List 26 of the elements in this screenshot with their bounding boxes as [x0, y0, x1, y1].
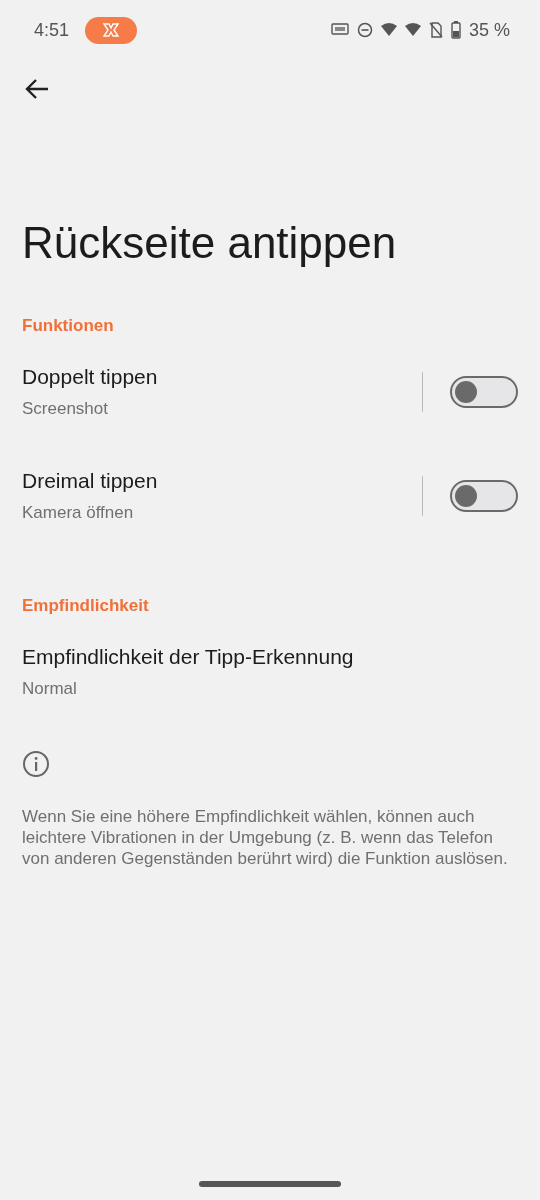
battery-percentage: 35 %	[468, 19, 510, 41]
back-icon[interactable]	[24, 78, 50, 100]
page-title: Rückseite antippen	[22, 218, 398, 268]
setting-title: Empfindlichkeit der Tipp-Erkennung	[22, 645, 355, 669]
setting-title: Dreimal tippen	[22, 469, 159, 493]
no-sim-icon	[428, 22, 443, 38]
wifi-icon	[404, 23, 421, 37]
refresh-rate-icon	[330, 23, 349, 37]
wifi-icon	[380, 23, 397, 37]
toggle-switch[interactable]	[450, 376, 518, 408]
section-header: Funktionen	[22, 316, 115, 336]
info-icon	[22, 750, 50, 778]
setting-summary: Screenshot	[22, 399, 109, 419]
setting-row[interactable]: Empfindlichkeit der Tipp-Erkennung Normal	[0, 620, 540, 724]
setting-summary: Normal	[22, 679, 78, 699]
info-text: Wenn Sie eine höhere Empfindlichkeit wählen, können auch leichtere Vibrationen in der Umgebung (z. B. wenn das Telefon von anderen Gegenständen berührt wird) die Funktion auslösen.	[22, 806, 509, 869]
section-header: Empfindlichkeit	[22, 596, 150, 616]
toggle-switch[interactable]	[450, 480, 518, 512]
setting-summary: Kamera öffnen	[22, 503, 135, 523]
setting-row[interactable]: Dreimal tippen Kamera öffnen	[0, 444, 540, 548]
app-badge-icon	[85, 16, 138, 44]
status-time: 4:51	[34, 19, 70, 41]
setting-row[interactable]: Doppelt tippen Screenshot	[0, 340, 540, 444]
battery-icon	[450, 21, 461, 39]
setting-title: Doppelt tippen	[22, 365, 159, 389]
do-not-disturb-icon	[356, 22, 373, 38]
